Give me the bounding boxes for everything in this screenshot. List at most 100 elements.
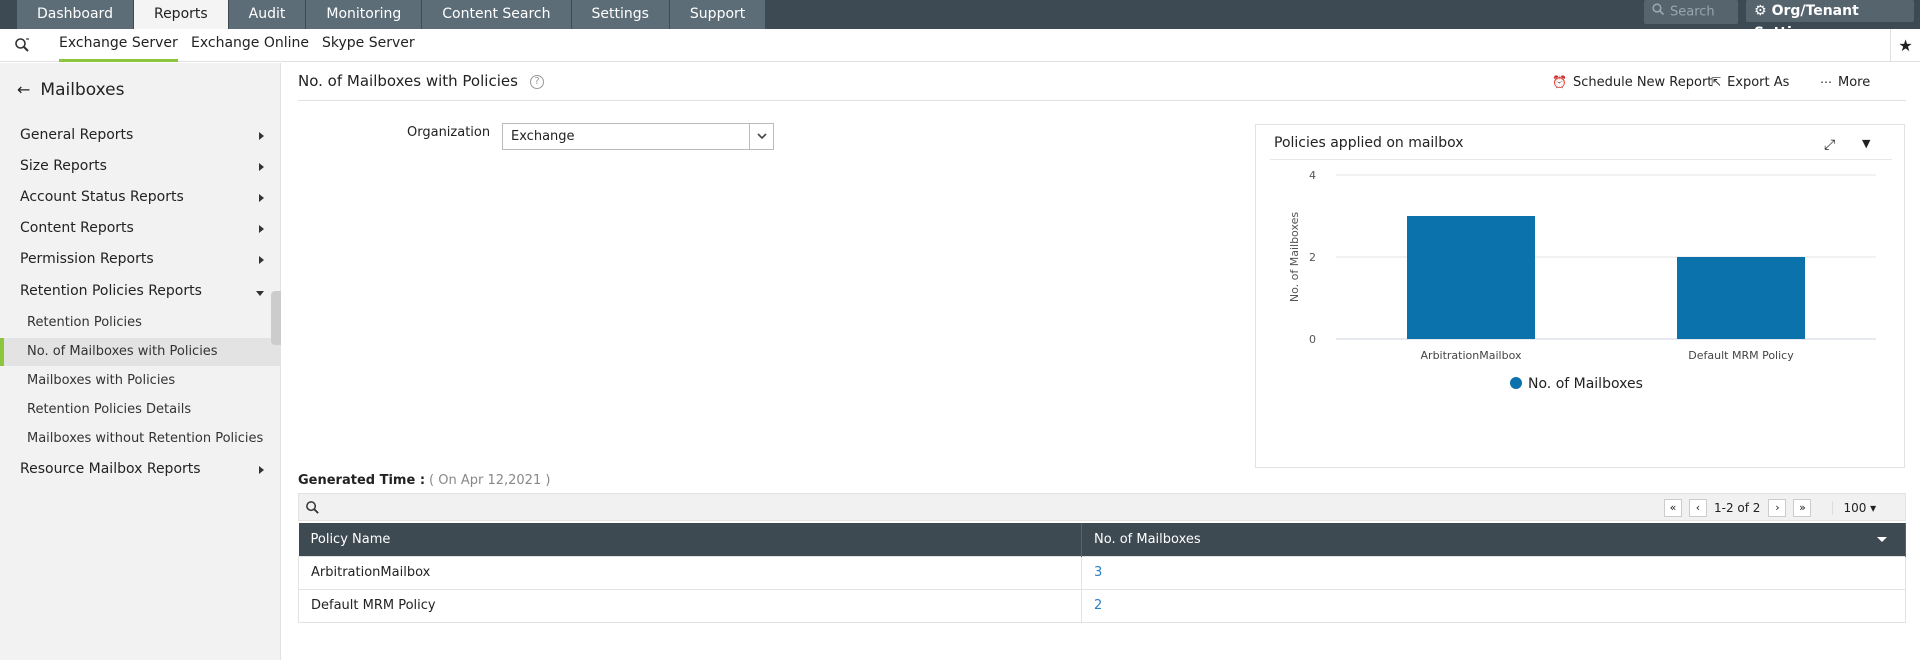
sidebar-group-resource-mailbox-reports[interactable]: Resource Mailbox Reports — [20, 461, 270, 477]
organization-select-value: Exchange — [511, 129, 575, 144]
schedule-new-report-label: Schedule New Report — [1572, 75, 1713, 90]
bar-chart: 0 2 4 No. of Mailboxes ArbitrationMailbox Def… — [1288, 169, 1876, 392]
first-page-icon[interactable]: « — [1664, 499, 1682, 517]
page-size-select[interactable]: 100 ▾ — [1832, 501, 1876, 515]
generated-time-label: Generated Time : — [298, 473, 426, 488]
sidebar-group-retention-policies-reports[interactable]: Retention Policies Reports — [20, 283, 270, 299]
more-button[interactable]: ⋯ More — [1820, 75, 1870, 90]
export-as-button[interactable]: ⇱ Export As — [1711, 75, 1789, 90]
sidebar-group-label: Size Reports — [20, 158, 107, 174]
chevron-right-icon — [259, 163, 264, 171]
table-cell-policy-name: Default MRM Policy — [298, 588, 1082, 623]
table-search-icon[interactable] — [305, 500, 320, 519]
table-header-row: Policy Name No. of Mailboxes — [298, 523, 1906, 556]
tab-reports[interactable]: Reports — [133, 0, 228, 29]
tab-content-search[interactable]: Content Search — [422, 0, 571, 29]
search-report-icon[interactable] — [14, 37, 30, 57]
subtab-exchange-online[interactable]: Exchange Online — [191, 29, 309, 62]
more-label: More — [1838, 75, 1871, 90]
y-axis-label: No. of Mailboxes — [1288, 212, 1301, 303]
legend-label: No. of Mailboxes — [1528, 376, 1643, 392]
sidebar-group-size-reports[interactable]: Size Reports — [20, 158, 270, 174]
chevron-right-icon — [259, 225, 264, 233]
sidebar-group-label: Permission Reports — [20, 251, 154, 267]
sidebar-group-label: Content Reports — [20, 220, 134, 236]
chevron-right-icon — [259, 194, 264, 202]
alarm-clock-icon: ⏰ — [1552, 75, 1567, 89]
sidebar-group-label: General Reports — [20, 127, 134, 143]
favorite-star-icon[interactable]: ★ — [1890, 29, 1920, 62]
organization-label: Organization — [407, 125, 491, 140]
subtab-skype-server[interactable]: Skype Server — [322, 29, 415, 62]
sidebar-collapse-handle[interactable] — [271, 291, 281, 345]
organization-select[interactable]: Exchange — [502, 123, 774, 150]
tab-dashboard[interactable]: Dashboard — [17, 0, 133, 29]
back-arrow-icon[interactable]: ← — [17, 80, 30, 99]
sidebar-item-mailboxes-without-retention-policies[interactable]: Mailboxes without Retention Policies — [0, 425, 281, 453]
sub-nav: Exchange Server Exchange Online Skype Se… — [0, 29, 1920, 62]
table-row: Default MRM Policy 2 — [298, 588, 1906, 623]
subtab-exchange-server[interactable]: Exchange Server — [59, 29, 178, 62]
chevron-right-icon — [259, 132, 264, 140]
table-cell-policy-name: ArbitrationMailbox — [298, 555, 1082, 590]
last-page-icon[interactable]: » — [1793, 499, 1812, 517]
sidebar: ← Mailboxes General Reports Size Reports … — [0, 63, 281, 660]
generated-time-value: ( On Apr 12,2021 ) — [429, 473, 551, 488]
export-as-label: Export As — [1727, 75, 1790, 90]
export-icon: ⇱ — [1711, 75, 1722, 89]
org-tenant-settings-button[interactable]: ⚙Org/Tenant Settings — [1746, 0, 1914, 41]
help-icon[interactable]: ? — [530, 75, 544, 89]
search-placeholder: Search — [1670, 4, 1715, 20]
report-title-bar: No. of Mailboxes with Policies ? ⏰ Schedu… — [298, 63, 1906, 101]
search-icon — [1652, 0, 1665, 24]
next-page-icon[interactable]: › — [1768, 499, 1787, 517]
report-table: Policy Name No. of Mailboxes Arbitration… — [298, 523, 1906, 623]
global-search-input[interactable]: Search — [1644, 0, 1738, 24]
generated-time: Generated Time :( On Apr 12,2021 ) — [298, 473, 550, 488]
bar — [1677, 257, 1805, 339]
tab-monitoring[interactable]: Monitoring — [306, 0, 422, 29]
chevron-right-icon — [259, 256, 264, 264]
top-nav: Dashboard Reports Audit Monitoring Conte… — [0, 0, 1920, 41]
more-icon: ⋯ — [1820, 75, 1832, 89]
chart-panel: Policies applied on mailbox ⤢ ▼ 0 2 4 No. o… — [1255, 124, 1905, 468]
previous-page-icon[interactable]: ‹ — [1689, 499, 1707, 517]
schedule-new-report-button[interactable]: ⏰ Schedule New Report — [1552, 75, 1712, 90]
y-tick-label: 2 — [1309, 251, 1316, 264]
table-row: ArbitrationMailbox 3 — [298, 555, 1906, 590]
page-title: No. of Mailboxes with Policies — [298, 72, 518, 90]
sidebar-group-permission-reports[interactable]: Permission Reports — [20, 251, 270, 267]
column-header-policy-name[interactable]: Policy Name — [298, 523, 1082, 556]
sidebar-heading-label: Mailboxes — [40, 80, 125, 100]
chevron-down-icon — [256, 291, 264, 296]
tab-support[interactable]: Support — [669, 0, 766, 29]
sidebar-item-no-of-mailboxes-with-policies[interactable]: No. of Mailboxes with Policies — [0, 338, 281, 366]
sidebar-group-label: Account Status Reports — [20, 189, 184, 205]
tab-audit[interactable]: Audit — [228, 0, 306, 29]
x-tick-label: ArbitrationMailbox — [1421, 349, 1522, 362]
sidebar-group-general-reports[interactable]: General Reports — [20, 127, 270, 143]
tab-settings[interactable]: Settings — [571, 0, 669, 29]
top-nav-tabs: Dashboard Reports Audit Monitoring Conte… — [17, 0, 766, 29]
sidebar-item-retention-policies[interactable]: Retention Policies — [0, 309, 281, 337]
x-tick-label: Default MRM Policy — [1688, 349, 1794, 362]
column-header-no-of-mailboxes[interactable]: No. of Mailboxes — [1081, 523, 1906, 556]
sidebar-group-label: Retention Policies Reports — [20, 283, 202, 299]
legend-marker — [1510, 377, 1522, 389]
y-tick-label: 0 — [1309, 333, 1316, 346]
bar — [1407, 216, 1535, 339]
sidebar-item-retention-policies-details[interactable]: Retention Policies Details — [0, 396, 281, 424]
gear-icon: ⚙ — [1754, 3, 1767, 19]
page-size-value: 100 — [1843, 501, 1867, 515]
sidebar-heading: ← Mailboxes — [17, 80, 124, 100]
column-header-label: No. of Mailboxes — [1094, 531, 1201, 547]
chevron-down-icon[interactable] — [749, 124, 773, 149]
column-menu-caret-icon[interactable] — [1877, 537, 1887, 542]
sidebar-group-account-status-reports[interactable]: Account Status Reports — [20, 189, 270, 205]
sidebar-item-mailboxes-with-policies[interactable]: Mailboxes with Policies — [0, 367, 281, 395]
sidebar-group-content-reports[interactable]: Content Reports — [20, 220, 270, 236]
chevron-right-icon — [259, 466, 264, 474]
table-toolbar: « ‹ 1-2 of 2 › » 100 ▾ — [298, 493, 1906, 521]
table-cell-mailbox-count-link[interactable]: 3 — [1081, 555, 1906, 590]
table-cell-mailbox-count-link[interactable]: 2 — [1081, 588, 1906, 623]
